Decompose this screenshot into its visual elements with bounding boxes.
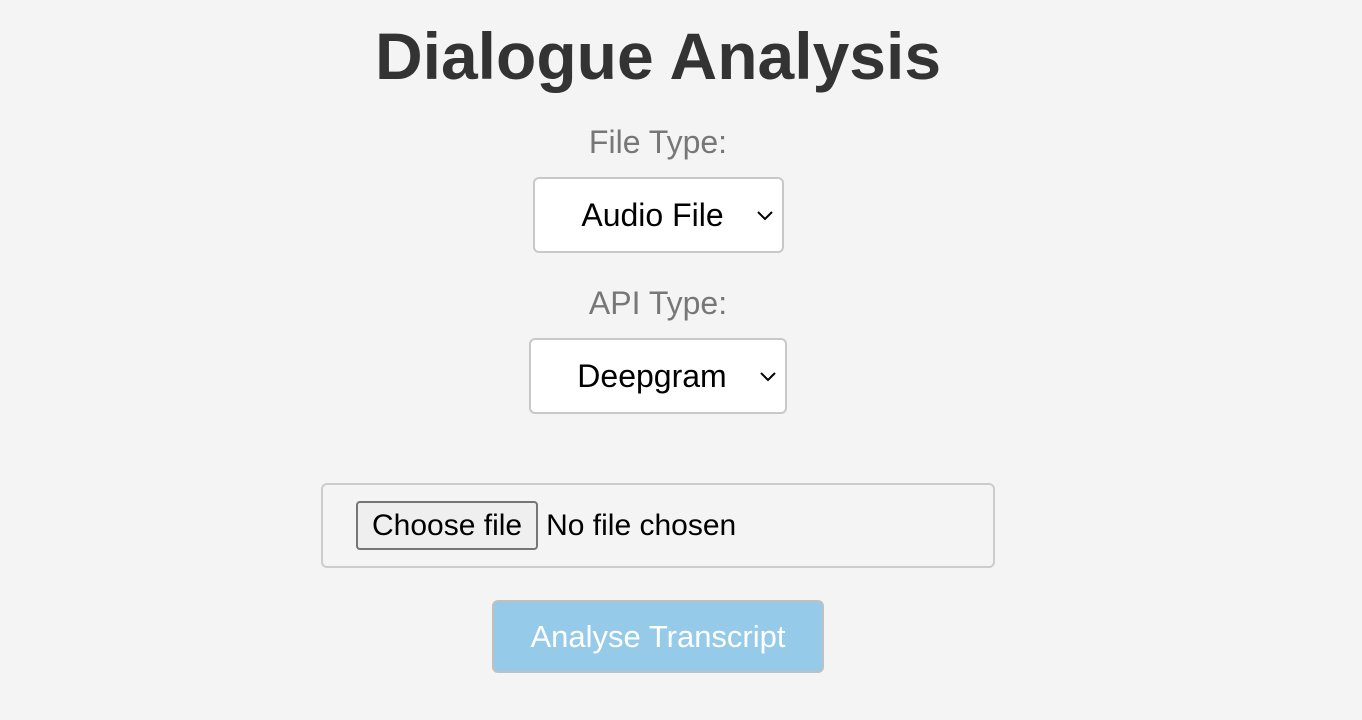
choose-file-button[interactable]: Choose file	[356, 501, 539, 550]
api-type-select[interactable]: Deepgram	[529, 338, 787, 414]
page-title: Dialogue Analysis	[374, 19, 942, 93]
api-type-label: API Type:	[588, 285, 728, 321]
file-status-text: No file chosen	[546, 508, 737, 542]
analyse-transcript-button[interactable]: Analyse Transcript	[492, 600, 824, 673]
file-type-selected-value: Audio File	[581, 196, 724, 233]
chevron-down-icon	[757, 211, 773, 221]
file-upload-box: Choose file No file chosen	[321, 483, 995, 568]
page: Dialogue Analysis File Type: Audio File …	[0, 0, 1362, 720]
file-type-select[interactable]: Audio File	[533, 177, 784, 253]
api-type-selected-value: Deepgram	[577, 357, 727, 394]
chevron-down-icon	[760, 372, 776, 382]
file-type-label: File Type:	[588, 124, 728, 160]
